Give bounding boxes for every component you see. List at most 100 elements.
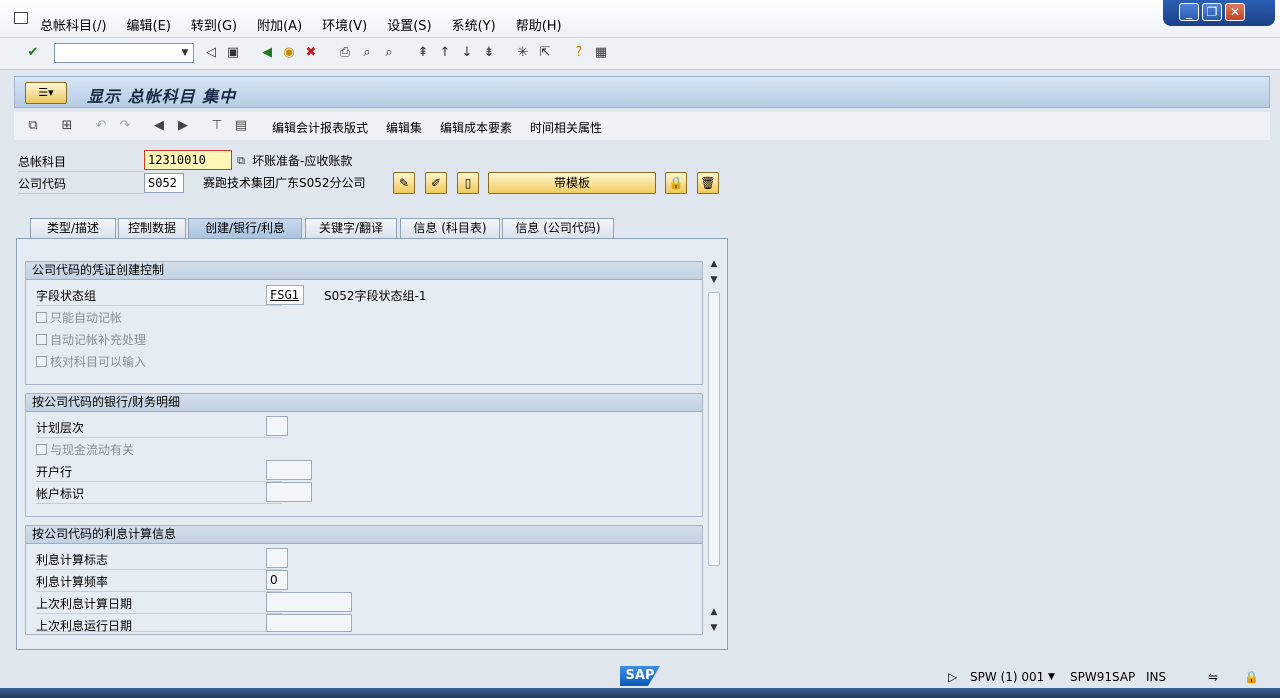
menu-items: 总帐科目(/) 编辑(E) 转到(G) 附加(A) 环境(V) 设置(S) 系统… — [40, 15, 562, 34]
command-field[interactable]: ▼ — [54, 43, 194, 63]
last-calc-date-input[interactable] — [266, 592, 352, 612]
house-bank-input[interactable] — [266, 460, 312, 480]
interest-indicator-label: 利息计算标志 — [36, 550, 282, 570]
copy-icon[interactable]: ⧉ — [232, 152, 250, 170]
menu-extras[interactable]: 附加(A) — [257, 15, 302, 34]
interest-calc-group: 按公司代码的利息计算信息 利息计算标志 利息计算频率 0 上次利息计算日期 上次… — [25, 525, 703, 635]
cash-flow-checkbox[interactable]: 与现金流动有关 — [36, 442, 134, 458]
document-icon[interactable]: ▤ — [232, 117, 250, 135]
last-page-icon[interactable]: ⇟ — [480, 44, 498, 62]
save-icon[interactable]: ▣ — [224, 44, 242, 62]
previous-icon[interactable]: ◀ — [150, 117, 168, 135]
auto-post-only-checkbox[interactable]: 只能自动记帐 — [36, 310, 122, 326]
application-toolbar: ⧉ ⊞ ↶ ↷ ◀ ▶ ⊤ ▤ 编辑会计报表版式 编辑集 编辑成本要素 时间相关… — [14, 112, 1270, 140]
close-button[interactable]: ✕ — [1225, 3, 1245, 21]
server-info: SPW91SAP — [1070, 670, 1136, 684]
back-icon[interactable]: ◀ — [258, 44, 276, 62]
system-dropdown-icon[interactable]: ▼ — [1048, 672, 1055, 682]
company-code-label: 公司代码 — [18, 174, 144, 194]
connection-icon: ⇋ — [1208, 670, 1219, 684]
security-lock-icon: 🔒 — [1244, 670, 1259, 684]
gl-account-label: 总帐科目 — [18, 152, 144, 172]
menu-edit[interactable]: 编辑(E) — [127, 15, 171, 34]
interest-frequency-input[interactable]: 0 — [266, 570, 288, 590]
first-page-icon[interactable]: ⇞ — [414, 44, 432, 62]
menu-system[interactable]: 系统(Y) — [452, 15, 496, 34]
shortcut-icon[interactable]: ⇱ — [536, 44, 554, 62]
find-icon[interactable]: ⌕ — [358, 44, 376, 62]
other-object-icon[interactable]: ⧉ — [24, 117, 42, 135]
minimize-button[interactable]: _ — [1179, 3, 1199, 21]
last-calc-date-label: 上次利息计算日期 — [36, 594, 282, 614]
edit-report-layout-button[interactable]: 编辑会计报表版式 — [272, 119, 368, 136]
find-next-icon[interactable]: ⌕ — [380, 44, 398, 62]
menu-help[interactable]: 帮助(H) — [516, 15, 562, 34]
scroll-thumb[interactable] — [708, 292, 720, 566]
tab-info-chart[interactable]: 信息 (科目表) — [400, 218, 500, 238]
tab-control-data[interactable]: 控制数据 — [118, 218, 186, 238]
help-icon[interactable]: ? — [570, 44, 588, 62]
enter-icon[interactable]: ✔ — [24, 44, 42, 62]
document-creation-group: 公司代码的凭证创建控制 字段状态组 FSG1 S052字段状态组-1 只能自动记… — [25, 261, 703, 385]
layout-icon[interactable]: ▦ — [592, 44, 610, 62]
system-info[interactable]: SPW (1) 001 — [970, 670, 1044, 684]
edit-cost-element-button[interactable]: 编辑成本要素 — [440, 119, 512, 136]
status-expand-icon[interactable]: ▷ — [948, 670, 957, 684]
redo-icon: ↷ — [119, 118, 131, 133]
company-code-input[interactable]: S052 — [144, 173, 184, 193]
insert-mode: INS — [1146, 670, 1167, 684]
account-id-input[interactable] — [266, 482, 312, 502]
gl-account-description: 坏账准备-应收账款 — [252, 154, 353, 168]
edit-set-button[interactable]: 编辑集 — [386, 119, 422, 136]
chevron-down-icon[interactable]: ▼ — [177, 44, 193, 62]
scroll-up-page-icon[interactable]: ▼ — [708, 274, 720, 286]
supplement-auto-post-checkbox[interactable]: 自动记帐补充处理 — [36, 332, 146, 348]
tab-type-description[interactable]: 类型/描述 — [30, 218, 116, 238]
back-arrow-icon[interactable]: ◁ — [202, 44, 220, 62]
lock-icon[interactable]: 🔒 — [665, 172, 687, 194]
cancel-icon[interactable]: ✖ — [302, 44, 320, 62]
group-title: 按公司代码的银行/财务明细 — [26, 394, 702, 412]
tab-content: 公司代码的凭证创建控制 字段状态组 FSG1 S052字段状态组-1 只能自动记… — [16, 238, 728, 650]
interest-indicator-input[interactable] — [266, 548, 288, 568]
planning-level-input[interactable] — [266, 416, 288, 436]
pencil-icon[interactable]: ✐ — [425, 172, 447, 194]
tab-info-company[interactable]: 信息 (公司代码) — [502, 218, 614, 238]
account-id-label: 帐户标识 — [36, 484, 282, 504]
field-status-description: S052字段状态组-1 — [324, 289, 427, 303]
display-change-icon[interactable]: ✎ — [393, 172, 415, 194]
reconciliation-input-checkbox[interactable]: 核对科目可以输入 — [36, 354, 146, 370]
screen-menu-icon[interactable]: ☰▾ — [25, 82, 67, 104]
last-run-date-input[interactable] — [266, 614, 352, 632]
maximize-button[interactable]: ❐ — [1202, 3, 1222, 21]
next-page-icon[interactable]: ↓ — [458, 44, 476, 62]
menu-goto[interactable]: 转到(G) — [191, 15, 237, 34]
gl-account-input[interactable]: 12310010 — [144, 150, 232, 170]
scroll-down-icon[interactable]: ▼ — [708, 622, 720, 634]
scroll-up-icon[interactable]: ▲ — [708, 258, 720, 270]
tab-create-bank-interest[interactable]: 创建/银行/利息 — [188, 218, 302, 239]
tab-keyword-translation[interactable]: 关键字/翻译 — [305, 218, 397, 238]
undo-icon: ↶ — [95, 118, 107, 133]
previous-page-icon[interactable]: ↑ — [436, 44, 454, 62]
next-icon[interactable]: ▶ — [174, 117, 192, 135]
sap-menu-icon[interactable] — [14, 12, 28, 24]
create-icon[interactable]: ▯ — [457, 172, 479, 194]
field-status-input[interactable]: FSG1 — [266, 285, 304, 305]
hierarchy-icon[interactable]: ⊞ — [58, 117, 76, 135]
vertical-scrollbar[interactable]: ▲ ▼ ▲ ▼ — [706, 258, 722, 636]
trash-icon[interactable]: 🗑 — [697, 172, 719, 194]
time-attributes-button[interactable]: 时间相关属性 — [530, 119, 602, 136]
menu-environment[interactable]: 环境(V) — [322, 15, 367, 34]
new-session-icon[interactable]: ✳ — [514, 44, 532, 62]
exit-icon[interactable]: ◉ — [280, 44, 298, 62]
standard-toolbar: ✔ ▼ ◁ ▣ ◀ ◉ ✖ ⎙ ⌕ ⌕ ⇞ ↑ ↓ ⇟ ✳ ⇱ ? ▦ — [0, 38, 1280, 70]
delete-icon[interactable]: ⊤ — [208, 117, 226, 135]
scroll-down-page-icon[interactable]: ▲ — [708, 606, 720, 618]
print-icon[interactable]: ⎙ — [336, 44, 354, 62]
with-template-button[interactable]: 带模板 — [488, 172, 656, 194]
menu-gl-account[interactable]: 总帐科目(/) — [40, 15, 107, 34]
reconciliation-input-label: 核对科目可以输入 — [50, 355, 147, 369]
house-bank-label: 开户行 — [36, 462, 282, 482]
menu-settings[interactable]: 设置(S) — [387, 15, 431, 34]
